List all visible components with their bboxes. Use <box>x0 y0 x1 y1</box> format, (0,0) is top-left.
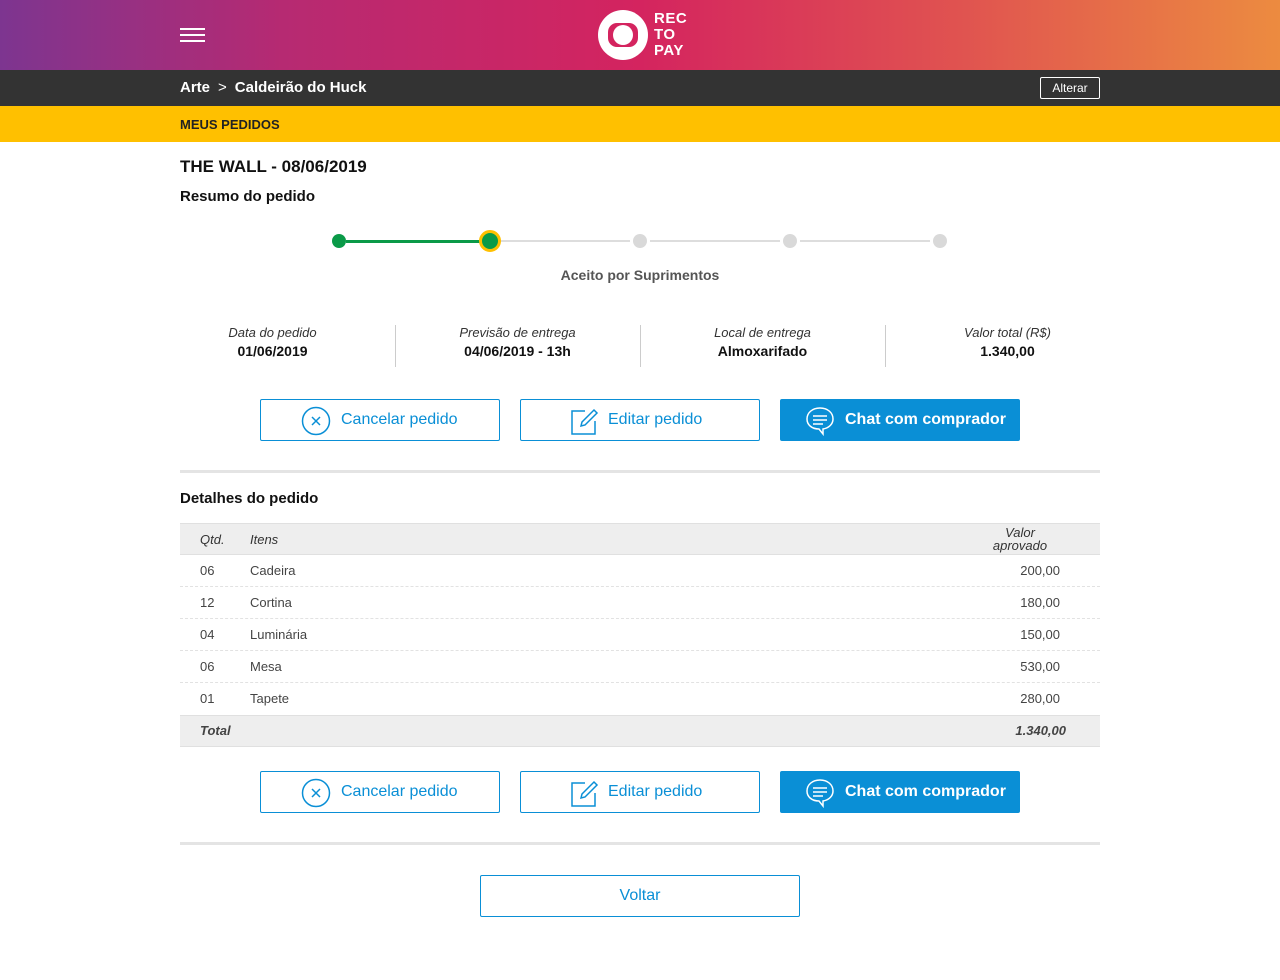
info-delivery-forecast: Previsão de entrega 04/06/2019 - 13h <box>395 325 640 359</box>
table-row: 04 Luminária 150,00 <box>180 619 1100 651</box>
column-header-approved-value: Valor aprovado <box>992 525 1048 553</box>
row-value: 530,00 <box>1020 659 1060 674</box>
step-connector-3 <box>650 240 780 242</box>
row-value: 180,00 <box>1020 595 1060 610</box>
edit-order-button[interactable]: Editar pedido <box>520 399 760 441</box>
chat-with-buyer-button[interactable]: Chat com comprador <box>780 399 1020 441</box>
step-dot-4 <box>783 234 797 248</box>
summary-heading: Resumo do pedido <box>180 188 315 205</box>
table-total-row: Total 1.340,00 <box>180 715 1100 747</box>
step-dot-3 <box>633 234 647 248</box>
order-items-table: Qtd. Itens Valor aprovado 06 Cadeira 200,… <box>180 523 1100 747</box>
chat-bubble-icon <box>806 407 834 436</box>
circle-x-icon <box>301 406 331 436</box>
row-item: Mesa <box>250 659 282 674</box>
info-label: Data do pedido <box>228 325 317 340</box>
table-row: 06 Cadeira 200,00 <box>180 555 1100 587</box>
order-progress-stepper <box>330 230 950 252</box>
back-button[interactable]: Voltar <box>480 875 800 917</box>
section-divider <box>180 470 1100 473</box>
circle-x-icon <box>301 778 331 808</box>
column-header-items: Itens <box>250 532 279 547</box>
row-item: Cadeira <box>250 563 296 578</box>
current-step-label: Aceito por Suprimentos <box>560 267 720 283</box>
breadcrumb-item-area[interactable]: Arte <box>180 79 210 96</box>
cancel-order-button-bottom[interactable]: Cancelar pedido <box>260 771 500 813</box>
row-qty: 06 <box>200 563 215 578</box>
breadcrumb: Arte > Caldeirão do Huck <box>180 79 366 96</box>
info-value: 1.340,00 <box>980 343 1035 359</box>
edit-order-button-bottom[interactable]: Editar pedido <box>520 771 760 813</box>
step-dot-5 <box>933 234 947 248</box>
info-label: Valor total (R$) <box>964 325 1051 340</box>
details-heading: Detalhes do pedido <box>180 490 319 507</box>
info-order-date: Data do pedido 01/06/2019 <box>150 325 395 359</box>
change-program-button[interactable]: Alterar <box>1040 77 1100 99</box>
row-value: 200,00 <box>1020 563 1060 578</box>
step-dot-1 <box>332 234 346 248</box>
total-label: Total <box>200 723 231 738</box>
order-title: THE WALL - 08/06/2019 <box>180 157 367 176</box>
row-qty: 01 <box>200 691 215 706</box>
chevron-right-icon: > <box>218 79 227 96</box>
chat-with-buyer-button-bottom[interactable]: Chat com comprador <box>780 771 1020 813</box>
hamburger-menu-icon[interactable] <box>180 26 205 44</box>
row-item: Luminária <box>250 627 308 642</box>
edit-pencil-icon <box>571 780 599 807</box>
table-row: 01 Tapete 280,00 <box>180 683 1100 715</box>
row-qty: 04 <box>200 627 215 642</box>
step-connector-2 <box>500 240 630 242</box>
breadcrumb-item-program[interactable]: Caldeirão do Huck <box>235 79 367 96</box>
row-item: Cortina <box>250 595 292 610</box>
chat-bubble-icon <box>806 779 834 808</box>
logo-mark-icon <box>598 10 648 60</box>
step-connector-1 <box>346 240 480 243</box>
section-bar: MEUS PEDIDOS <box>0 106 1280 142</box>
table-row: 12 Cortina 180,00 <box>180 587 1100 619</box>
step-dot-2-current <box>479 230 501 252</box>
row-qty: 06 <box>200 659 215 674</box>
section-divider <box>180 842 1100 845</box>
app-header: REC TO PAY <box>0 0 1280 70</box>
info-delivery-location: Local de entrega Almoxarifado <box>640 325 885 359</box>
table-row: 06 Mesa 530,00 <box>180 651 1100 683</box>
row-value: 150,00 <box>1020 627 1060 642</box>
table-header: Qtd. Itens Valor aprovado <box>180 523 1100 555</box>
row-value: 280,00 <box>1020 691 1060 706</box>
row-item: Tapete <box>250 691 290 706</box>
info-value: 01/06/2019 <box>237 343 308 359</box>
row-qty: 12 <box>200 595 215 610</box>
total-value: 1.340,00 <box>1015 723 1066 738</box>
column-header-qty: Qtd. <box>200 532 225 547</box>
cancel-order-button[interactable]: Cancelar pedido <box>260 399 500 441</box>
section-title: MEUS PEDIDOS <box>180 117 280 132</box>
breadcrumb-bar: Arte > Caldeirão do Huck Alterar <box>0 70 1280 106</box>
info-value: Almoxarifado <box>717 343 808 359</box>
info-label: Previsão de entrega <box>459 325 576 340</box>
info-value: 04/06/2019 - 13h <box>464 343 571 359</box>
info-total-value: Valor total (R$) 1.340,00 <box>885 325 1130 359</box>
edit-pencil-icon <box>571 408 599 435</box>
info-label: Local de entrega <box>714 325 811 340</box>
step-connector-4 <box>800 240 930 242</box>
rec-to-pay-logo[interactable]: REC TO PAY <box>598 10 688 62</box>
